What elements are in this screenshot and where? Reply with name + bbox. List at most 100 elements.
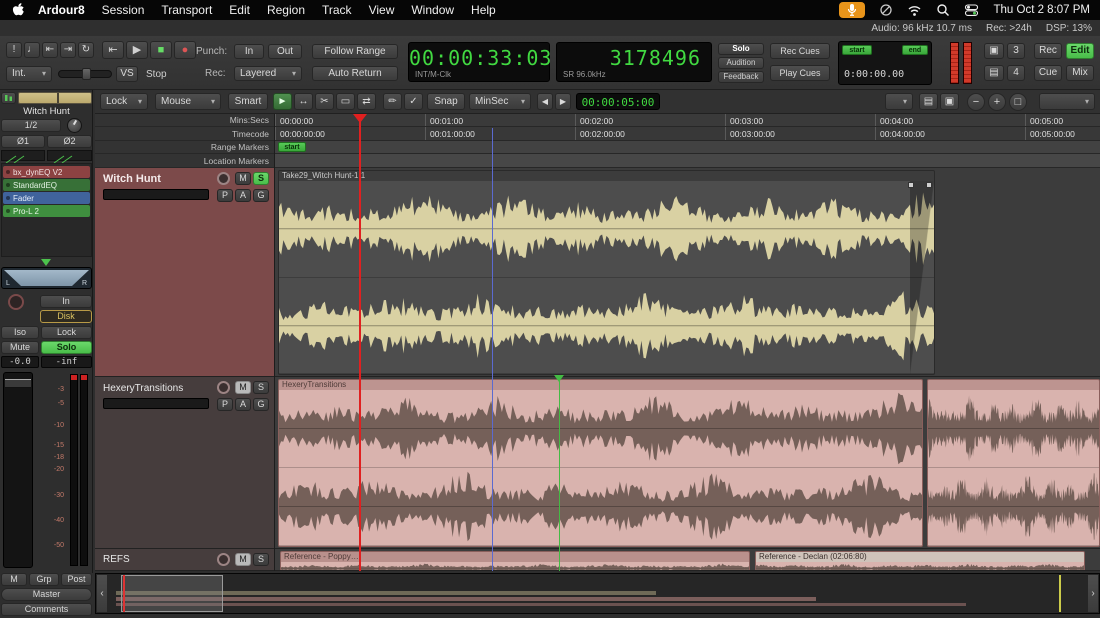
location-markers-ruler[interactable] xyxy=(275,154,1100,168)
routing-grid-right[interactable] xyxy=(47,150,92,161)
peak-display[interactable]: -inf xyxy=(41,356,92,368)
monitor-disk-button[interactable]: Disk xyxy=(40,310,92,323)
cue-slots-4-button[interactable]: 4 xyxy=(1007,65,1025,81)
audition-indicator[interactable]: Audition xyxy=(718,57,764,69)
feedback-indicator[interactable]: Feedback xyxy=(718,71,764,83)
menu-item-view[interactable]: View xyxy=(369,3,395,17)
audio-region-reference-2[interactable]: Reference - Declan (02:06:80) xyxy=(755,551,1085,571)
shuttle-handle[interactable] xyxy=(82,68,91,80)
secondary-clock[interactable]: 3178496 SR 96.0kHz xyxy=(556,42,712,82)
strip-gain-bar[interactable] xyxy=(18,92,92,104)
summary-strip[interactable]: ‹ › xyxy=(95,573,1100,614)
smart-mode-button[interactable]: Smart xyxy=(228,93,268,110)
stop-button[interactable]: ■ xyxy=(150,41,172,59)
apple-icon[interactable] xyxy=(12,3,24,17)
group-tabs-button[interactable]: Grp xyxy=(29,573,59,586)
automation-button[interactable]: A xyxy=(235,398,251,411)
phase-invert-1-button[interactable]: Ø1 xyxy=(1,135,45,148)
transport-misc-button-3[interactable]: ⇥ xyxy=(60,42,76,58)
transport-misc-button-2[interactable]: ⇤ xyxy=(42,42,58,58)
strip-track-name[interactable]: Witch Hunt xyxy=(0,106,93,117)
track-lane-hexery[interactable]: HexeryTransitions xyxy=(275,377,1100,549)
transport-misc-button-0[interactable]: ! xyxy=(6,42,22,58)
summary-scroll-left-button[interactable]: ‹ xyxy=(96,574,108,613)
audio-region-hexery-1[interactable]: HexeryTransitions xyxy=(278,379,923,547)
control-center-icon[interactable] xyxy=(964,3,979,17)
ruler-label-timecode[interactable]: Timecode xyxy=(95,127,275,141)
window-button[interactable]: ▣ xyxy=(984,43,1004,59)
playlist-button[interactable]: P xyxy=(217,398,233,411)
solo-lock-button[interactable]: Lock xyxy=(41,326,92,339)
range-markers-ruler[interactable]: start xyxy=(275,141,1100,154)
solo-iso-button[interactable]: Iso xyxy=(1,326,39,339)
primary-clock[interactable]: 00:00:33:03 INT/M-Clk xyxy=(408,42,550,82)
timecode-ruler[interactable]: 00:00:00:0000:01:00:0000:02:00:0000:03:0… xyxy=(275,127,1100,141)
speaker-button[interactable]: ▤ xyxy=(984,65,1004,81)
midi-panic-button[interactable]: M xyxy=(1,573,27,586)
processor-box[interactable]: bx_dynEQ V2StandardEQFaderPro-L 2 xyxy=(1,163,92,257)
processor-standardeq[interactable]: StandardEQ xyxy=(3,179,90,191)
audition-tool[interactable]: ⇄ xyxy=(357,93,376,110)
processor-fader[interactable]: Fader xyxy=(3,192,90,204)
range-start-marker[interactable]: start xyxy=(842,45,872,55)
zoom-fit-button[interactable]: □ xyxy=(1009,93,1027,111)
follow-range-button[interactable]: Follow Range xyxy=(312,44,398,59)
post-button[interactable]: Post xyxy=(61,573,92,586)
track-header-hexery[interactable]: HexeryTransitions M S P A G xyxy=(95,377,275,549)
nudge-back-button[interactable]: ◀ xyxy=(537,93,553,110)
edit-tool[interactable]: ✓ xyxy=(404,93,423,110)
do-not-disturb-icon[interactable] xyxy=(879,3,893,17)
rec-mode-dropdown[interactable]: Layered xyxy=(234,66,302,81)
mute-button[interactable]: M xyxy=(235,381,251,394)
solo-button[interactable]: S xyxy=(253,172,269,185)
cut-tool[interactable]: ✂ xyxy=(315,93,334,110)
grab-tool[interactable]: ► xyxy=(273,93,292,110)
transport-misc-button-4[interactable]: ↻ xyxy=(78,42,94,58)
solo-indicator[interactable]: Solo xyxy=(718,43,764,55)
menu-item-region[interactable]: Region xyxy=(267,3,305,17)
playhead-line[interactable] xyxy=(359,114,361,571)
track-gain-mini-fader[interactable] xyxy=(103,398,209,409)
monitor-knob[interactable] xyxy=(8,294,24,310)
visible-tracks-dropdown[interactable] xyxy=(1039,93,1095,110)
ruler-label-minsec[interactable]: Mins:Secs xyxy=(95,114,275,127)
record-arm-button[interactable] xyxy=(217,381,230,394)
track-lane-refs[interactable]: Reference - Poppy… Reference - Declan (0… xyxy=(275,549,1100,571)
fade-out-shape[interactable] xyxy=(910,181,934,374)
menu-item-edit[interactable]: Edit xyxy=(229,3,250,17)
grid-unit-dropdown[interactable]: MinSec xyxy=(469,93,531,110)
audio-region-hexery-2[interactable] xyxy=(927,379,1100,547)
mute-button[interactable]: Mute xyxy=(1,341,39,354)
solo-button[interactable]: S xyxy=(253,553,269,566)
punch-out-button[interactable]: Out xyxy=(268,44,302,59)
comments-button[interactable]: Comments xyxy=(1,603,92,616)
trim-knob[interactable] xyxy=(67,118,82,133)
audio-region-take29[interactable]: Take29_Witch Hunt-1.1 xyxy=(278,170,935,375)
auto-return-button[interactable]: Auto Return xyxy=(312,66,398,81)
page-cue-button[interactable]: Cue xyxy=(1034,65,1062,81)
group-button[interactable]: G xyxy=(253,189,269,202)
mouse-mode-dropdown[interactable]: Mouse xyxy=(155,93,221,110)
goto-start-button[interactable]: ⇤ xyxy=(102,41,124,59)
playhead-marker[interactable] xyxy=(353,114,367,123)
menu-item-help[interactable]: Help xyxy=(471,3,496,17)
page-edit-button[interactable]: Edit xyxy=(1066,43,1094,59)
snap-button[interactable]: Snap xyxy=(427,93,465,110)
play-button[interactable]: ▶ xyxy=(126,41,148,59)
gain-fader[interactable] xyxy=(3,372,33,568)
shuttle-slider[interactable] xyxy=(58,70,112,78)
vari-speed-button[interactable]: VS xyxy=(116,66,138,82)
menu-item-track[interactable]: Track xyxy=(322,3,352,17)
wifi-icon[interactable] xyxy=(907,4,922,17)
menubar-clock[interactable]: Thu Oct 2 8:07 PM xyxy=(993,4,1090,16)
range-tool[interactable]: ↔ xyxy=(294,93,313,110)
master-button[interactable]: Master xyxy=(1,588,92,601)
record-arm-button[interactable] xyxy=(217,553,230,566)
punch-in-button[interactable]: In xyxy=(234,44,264,59)
track-header-refs[interactable]: REFS M S xyxy=(95,549,275,571)
page-rec-button[interactable]: Rec xyxy=(1034,43,1062,59)
play-cues-button[interactable]: Play Cues xyxy=(770,65,830,81)
gain-display[interactable]: -0.0 xyxy=(1,356,39,368)
zoom-mode-button-1[interactable]: ▣ xyxy=(940,93,959,110)
region-sync-marker[interactable] xyxy=(554,375,564,382)
